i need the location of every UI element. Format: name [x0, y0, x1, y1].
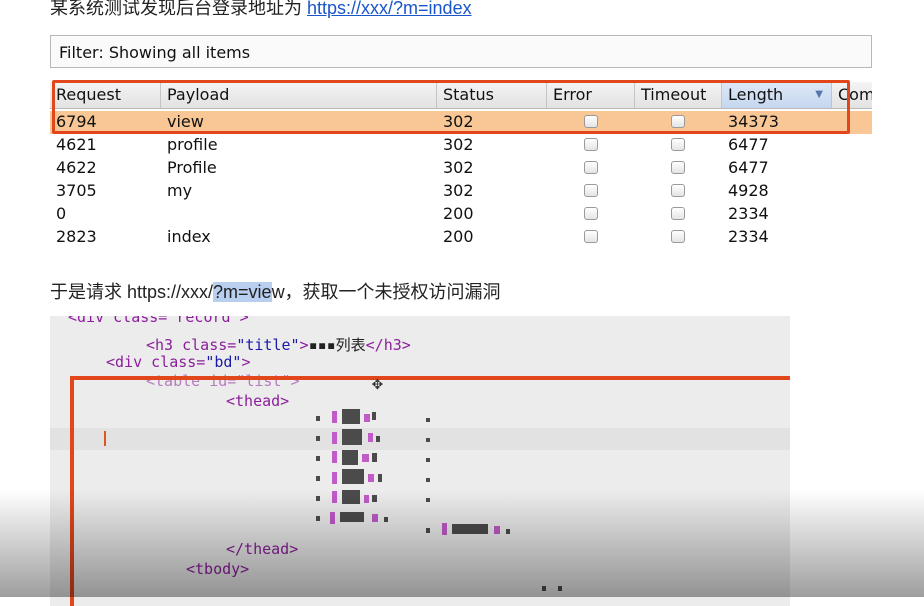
cell-status: 302 [443, 158, 474, 177]
cell-payload: my [167, 181, 193, 200]
table-row[interactable]: 4622 Profile 302 6477 [50, 157, 872, 180]
column-timeout[interactable]: Timeout [635, 82, 722, 108]
intro-paragraph: 某系统测试发现后台登录地址为 https://xxx/?m=index [50, 0, 472, 20]
column-status[interactable]: Status [437, 82, 547, 108]
annotation-line [70, 376, 790, 380]
code-h3-line: <h3 class="title">▪▪▪列表</h3> [146, 336, 411, 354]
timeout-checkbox[interactable] [671, 230, 685, 243]
table-row[interactable]: 4621 profile 302 6477 [50, 134, 872, 157]
annotation-line [70, 376, 74, 606]
code-h3-open: <h3 class= [146, 336, 237, 354]
desc-suffix: w，获取一个未授权访问漏洞 [271, 282, 501, 302]
timeout-checkbox[interactable] [671, 184, 685, 197]
table-row[interactable]: 2823 index 200 2334 [50, 226, 872, 249]
desc-prefix: 于是请求 https://xxx/ [50, 282, 214, 302]
code-thead-open: <thead> [226, 392, 290, 410]
error-checkbox[interactable] [584, 138, 598, 151]
redacted-block [426, 520, 556, 542]
cell-status: 200 [443, 227, 474, 246]
cell-length: 2334 [728, 204, 769, 223]
cell-length: 34373 [728, 112, 779, 131]
error-checkbox[interactable] [584, 230, 598, 243]
redacted-block [312, 428, 452, 450]
table-row[interactable]: 0 200 2334 [50, 203, 872, 226]
move-cursor-icon: ✥ [372, 373, 383, 394]
timeout-checkbox[interactable] [671, 161, 685, 174]
results-table: 6794 view 302 34373 4621 profile 302 647… [50, 111, 872, 249]
column-error[interactable]: Error [547, 82, 635, 108]
timeout-checkbox[interactable] [671, 207, 685, 220]
cell-request: 4621 [56, 135, 97, 154]
table-header: Request Payload Status Error Timeout Len… [50, 82, 872, 109]
cell-status: 302 [443, 112, 474, 131]
burp-intruder-results: Filter: Showing all items Request Payloa… [50, 35, 872, 257]
cell-length: 6477 [728, 158, 769, 177]
code-bd-val: "bd" [205, 353, 242, 371]
code-tbody-open: <tbody> [186, 560, 250, 578]
error-checkbox[interactable] [584, 115, 598, 128]
cropped-edge [50, 247, 872, 257]
cell-request: 0 [56, 204, 67, 223]
code-bd-open: <div class= [106, 353, 206, 371]
intro-text: 某系统测试发现后台登录地址为 [50, 0, 307, 18]
filter-bar[interactable]: Filter: Showing all items [50, 35, 872, 68]
cell-request: 3705 [56, 181, 97, 200]
cell-payload: profile [167, 135, 218, 154]
cell-payload [161, 203, 167, 226]
intro-link[interactable]: https://xxx/?m=index [307, 0, 472, 18]
cell-length: 4928 [728, 181, 769, 200]
cell-request: 6794 [56, 112, 97, 131]
cell-length: 2334 [728, 227, 769, 246]
cell-payload: view [167, 112, 204, 131]
timeout-checkbox[interactable] [671, 115, 685, 128]
error-checkbox[interactable] [584, 207, 598, 220]
column-length-label: Length [728, 85, 784, 104]
desc-selection: ?m=vie [213, 282, 272, 302]
cell-payload: index [167, 227, 211, 246]
code-table-line: <table id="list"> [146, 372, 300, 390]
redacted-block [312, 448, 452, 470]
error-checkbox[interactable] [584, 161, 598, 174]
table-row[interactable]: 6794 view 302 34373 [50, 111, 872, 134]
code-h3-close: </h3> [365, 336, 411, 354]
description-paragraph: 于是请求 https://xxx/?m=view，获取一个未授权访问漏洞 [50, 278, 501, 304]
timeout-checkbox[interactable] [671, 138, 685, 151]
redacted-block [312, 468, 452, 490]
code-thead-close: </thead> [226, 540, 299, 558]
column-comment[interactable]: Com [832, 82, 872, 108]
code-record-div: <div class="record"> [68, 316, 249, 326]
cell-status: 302 [443, 181, 474, 200]
redacted-block [312, 408, 452, 430]
source-code-screenshot: <div class="record"> <h3 class="title">▪… [50, 316, 790, 606]
column-payload[interactable]: Payload [161, 82, 437, 108]
error-checkbox[interactable] [584, 184, 598, 197]
sort-descending-icon: ▼ [815, 89, 823, 100]
column-request[interactable]: Request [50, 82, 161, 108]
text-caret [104, 431, 106, 446]
cell-length: 6477 [728, 135, 769, 154]
cell-status: 302 [443, 135, 474, 154]
redacted-block [542, 580, 582, 602]
cell-payload: Profile [167, 158, 217, 177]
code-h3-val: "title" [236, 336, 300, 354]
cell-request: 2823 [56, 227, 97, 246]
table-row[interactable]: 3705 my 302 4928 [50, 180, 872, 203]
redacted-block [312, 488, 452, 510]
column-length[interactable]: Length ▼ [722, 82, 832, 108]
cell-request: 4622 [56, 158, 97, 177]
cell-status: 200 [443, 204, 474, 223]
code-bd-line: <div class="bd"> [106, 353, 251, 371]
code-bd-close: > [241, 353, 251, 371]
code-h3-text: ▪▪▪列表 [308, 336, 366, 354]
